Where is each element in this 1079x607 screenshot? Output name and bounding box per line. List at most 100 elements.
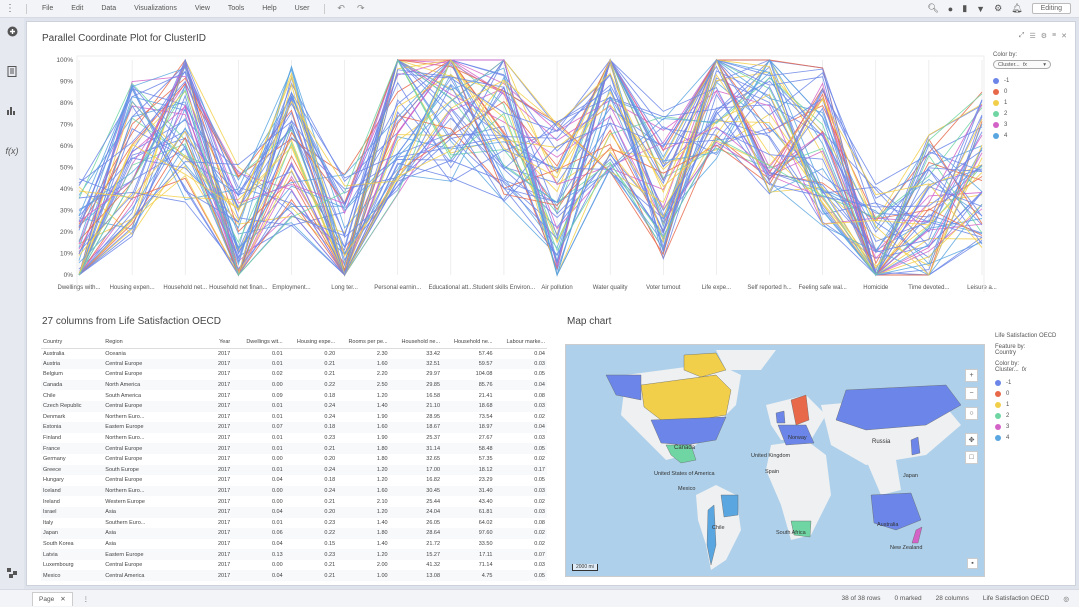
menu-file[interactable]: File [33, 5, 62, 12]
table-row[interactable]: Estonia Eastern Europe 2017 0.07 0.18 1.60 18.… [41, 422, 547, 433]
table-row[interactable]: Belgium Central Europe 2017 0.02 0.21 2.20 29.… [41, 369, 547, 380]
search-icon[interactable]: 🔍︎ [927, 3, 938, 14]
axis-label[interactable]: Self reported h... [747, 285, 792, 291]
redo-icon[interactable]: ↷ [351, 3, 371, 14]
table-row[interactable]: Canada North America 2017 0.00 0.22 2.50 29.85… [41, 379, 547, 391]
column-header[interactable]: Dwellings wit... [232, 336, 285, 349]
menu-tools[interactable]: Tools [219, 5, 253, 12]
pan-tool-icon[interactable]: ✥ [965, 433, 978, 446]
table-row[interactable]: Chile South America 2017 0.09 0.18 1.20 16.58 2… [41, 390, 547, 401]
ai-chat-icon[interactable]: ● [948, 4, 953, 14]
parallel-plot-legend-item[interactable]: 3 [993, 119, 1051, 130]
map-legend-item[interactable]: -1 [995, 377, 1056, 388]
undo-icon[interactable]: ↶ [331, 3, 351, 14]
parallel-plot-legend-item[interactable]: -1 [993, 75, 1051, 86]
visualizations-icon[interactable] [6, 105, 18, 117]
table-row[interactable]: Latvia Eastern Europe 2017 0.13 0.23 1.20 15.2… [41, 549, 547, 560]
parallel-plot-legend-item[interactable]: 4 [993, 130, 1051, 141]
axis-label[interactable]: Water quality [593, 285, 628, 291]
column-header[interactable]: Year [199, 336, 233, 349]
table-row[interactable]: Iceland Northern Euro... 2017 0.00 0.24 1.60 3… [41, 485, 547, 497]
axis-label[interactable]: Educational att... [428, 285, 473, 291]
table-row[interactable]: Denmark Northern Euro... 2017 0.01 0.24 1.90 2… [41, 412, 547, 423]
gear-icon[interactable]: ⚙ [994, 3, 1002, 14]
axis-label[interactable]: Time devoted... [908, 285, 949, 291]
map-legend-item[interactable]: 2 [995, 410, 1056, 421]
filter-icon[interactable]: ▼ [976, 4, 985, 14]
table-row[interactable]: Austria Central Europe 2017 0.01 0.21 1.60 32.… [41, 358, 547, 370]
data-table[interactable]: Country Region Year Dwellings wit... Housing… [41, 336, 547, 582]
color-by-value[interactable]: Cluster... [995, 367, 1019, 373]
table-row[interactable]: South Korea Asia 2017 0.04 0.15 1.40 21.72 33.5… [41, 539, 547, 550]
add-data-icon[interactable] [6, 25, 18, 37]
column-header[interactable]: Region [103, 336, 200, 349]
menu-user[interactable]: User [286, 5, 319, 12]
axis-label[interactable]: Household net... [163, 285, 207, 291]
zoom-out-button[interactable]: − [965, 387, 978, 400]
map-legend-item[interactable]: 0 [995, 388, 1056, 399]
map-settings-icon[interactable]: ▪ [967, 558, 978, 569]
axis-label[interactable]: Feeling safe wal... [798, 285, 847, 291]
column-header[interactable]: Housing expe... [284, 336, 338, 349]
color-by-select[interactable]: Cluster... fx ▾ [993, 60, 1051, 69]
app-menu-icon[interactable]: ⋮ [0, 3, 20, 14]
table-row[interactable]: Israel Asia 2017 0.04 0.20 1.20 24.04 61.81 0.03 [41, 506, 547, 518]
axis-label[interactable]: Homicide [863, 285, 889, 291]
table-row[interactable]: Mexico Central America 2017 0.04 0.21 1.00 13.… [41, 570, 547, 582]
files-icon[interactable] [6, 65, 18, 77]
bookmark-icon[interactable]: ▮ [962, 3, 967, 14]
axis-label[interactable]: Dwellings with... [57, 285, 100, 291]
parallel-plot-legend-item[interactable]: 0 [993, 86, 1051, 97]
analytics-icon[interactable] [6, 567, 18, 579]
axis-label[interactable]: Long ter... [331, 285, 358, 291]
axis-label[interactable]: Housing expen... [110, 285, 155, 291]
parallel-coordinate-plot[interactable]: 100% 90% 80% 70% 60% 50% 40% 30% 20% 10% 0% Dwellin… [27, 22, 1077, 292]
table-row[interactable]: Czech Republic Central Europe 2017 0.01 0.24… [41, 400, 547, 412]
column-header[interactable]: Country [41, 336, 104, 349]
menu-view[interactable]: View [186, 5, 219, 12]
axis-label[interactable]: Employment... [272, 285, 311, 291]
table-row[interactable]: Luxembourg Central Europe 2017 0.00 0.21 2.00… [41, 560, 547, 571]
table-row[interactable]: Ireland Western Europe 2017 0.00 0.21 2.10 25.… [41, 496, 547, 507]
table-row[interactable]: Japan Asia 2017 0.06 0.22 1.80 28.64 97.60 0.02 [41, 528, 547, 539]
table-row[interactable]: France Central Europe 2017 0.01 0.21 1.80 31.1… [41, 443, 547, 454]
table-row[interactable]: Australia Oceania 2017 0.01 0.20 2.30 33.42 57.… [41, 348, 547, 359]
map-legend-item[interactable]: 3 [995, 421, 1056, 432]
select-rectangle-icon[interactable]: □ [965, 451, 978, 464]
table-row[interactable]: Italy Southern Euro... 2017 0.01 0.23 1.40 26.… [41, 518, 547, 529]
parallel-plot-legend-item[interactable]: 2 [993, 108, 1051, 119]
globe-icon[interactable]: ◎ [1063, 595, 1069, 603]
data-functions-icon[interactable]: f(x) [6, 145, 19, 157]
table-row[interactable]: Finland Northern Euro... 2017 0.01 0.23 1.90 2… [41, 433, 547, 444]
table-row[interactable]: Germany Central Europe 2017 0.00 0.20 1.80 32.… [41, 454, 547, 465]
menu-visualizations[interactable]: Visualizations [125, 5, 186, 12]
axis-label[interactable]: Voter turnout [646, 285, 681, 291]
menu-data[interactable]: Data [92, 5, 125, 12]
feature-by-value[interactable]: Country [995, 350, 1056, 356]
column-header[interactable]: Household ne... [389, 336, 443, 349]
axis-label[interactable]: Student skills Environ... [473, 285, 536, 291]
column-header[interactable]: Rooms per pe... [337, 336, 390, 349]
zoom-in-button[interactable]: + [965, 369, 978, 382]
map-chart[interactable]: Canada United States of America Norway U… [565, 344, 985, 577]
table-row[interactable]: Hungary Central Europe 2017 0.04 0.18 1.20 16.… [41, 475, 547, 486]
map-legend-item[interactable]: 1 [995, 399, 1056, 410]
table-row[interactable]: Greece South Europe 2017 0.01 0.24 1.20 17.00 1… [41, 464, 547, 476]
close-icon[interactable]: ✕ [60, 595, 65, 603]
column-header[interactable]: Household ne... [442, 336, 495, 349]
reset-view-button[interactable]: ○ [965, 407, 978, 420]
editing-mode-button[interactable]: Editing [1031, 3, 1071, 14]
menu-edit[interactable]: Edit [62, 5, 92, 12]
map-legend-item[interactable]: 4 [995, 432, 1056, 443]
axis-label[interactable]: Life expe... [702, 285, 732, 291]
parallel-plot-legend-item[interactable]: 1 [993, 97, 1051, 108]
axis-label[interactable]: Household net finan... [209, 285, 268, 291]
data-source[interactable]: Life Satisfaction OECD [983, 595, 1049, 602]
page-menu-icon[interactable]: ⋮ [83, 595, 90, 603]
page-tab[interactable]: Page ✕ [32, 591, 73, 606]
axis-label[interactable]: Leisure a... [967, 285, 997, 291]
menu-help[interactable]: Help [253, 5, 285, 12]
column-header[interactable]: Labour marke... [494, 336, 547, 349]
axis-label[interactable]: Air pollution [541, 285, 572, 291]
notifications-icon[interactable]: 🔔︎ [1011, 3, 1022, 14]
